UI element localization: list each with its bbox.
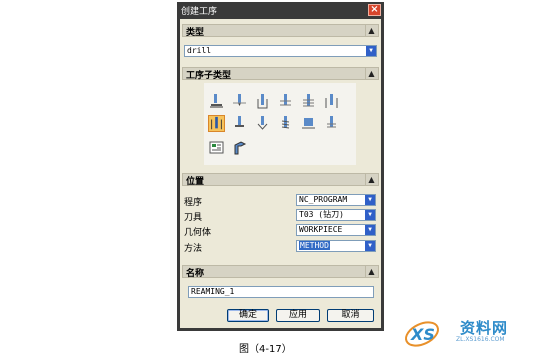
program-value: NC_PROGRAM (299, 195, 348, 204)
location-section-header[interactable]: 位置 ▲ (182, 173, 379, 187)
watermark-url: ZL.XS1616.COM (456, 336, 505, 343)
program-label: 程序 (184, 198, 203, 208)
subtype-section-header[interactable]: 工序子类型 ▲ (182, 67, 379, 81)
geometry-label: 几何体 (184, 228, 212, 238)
counterboring-icon[interactable] (231, 115, 248, 132)
collapse-icon[interactable]: ▲ (365, 68, 377, 79)
title-bar[interactable]: 创建工序 × (177, 2, 384, 18)
type-section-header[interactable]: 类型 ▲ (182, 24, 379, 38)
spot-drilling-icon[interactable] (231, 93, 248, 110)
program-dropdown[interactable]: NC_PROGRAM ▼ (296, 194, 376, 206)
collapse-icon[interactable]: ▲ (365, 174, 377, 185)
countersinking-icon[interactable] (254, 115, 271, 132)
geometry-value: WORKPIECE (299, 225, 343, 234)
tool-dropdown[interactable]: T03 (钻刀) ▼ (296, 209, 376, 221)
peck-drilling-icon[interactable] (277, 93, 294, 110)
method-label: 方法 (184, 244, 203, 254)
boring-icon[interactable] (323, 93, 340, 110)
chevron-down-icon[interactable]: ▼ (365, 241, 375, 251)
geometry-dropdown[interactable]: WORKPIECE ▼ (296, 224, 376, 236)
tool-value: T03 (钻刀) (299, 210, 344, 219)
cancel-button[interactable]: 取消 (327, 309, 374, 322)
mill-control-icon[interactable] (208, 139, 225, 156)
type-dropdown-value: drill (187, 46, 212, 55)
breakchip-drilling-icon[interactable] (300, 93, 317, 110)
chevron-down-icon[interactable]: ▼ (365, 195, 375, 205)
name-section-label: 名称 (186, 269, 205, 279)
hole-milling-icon[interactable] (300, 115, 317, 132)
operation-name-input[interactable]: REAMING_1 (188, 286, 374, 298)
location-section-label: 位置 (186, 177, 205, 187)
subtype-section-label: 工序子类型 (186, 71, 232, 81)
method-dropdown[interactable]: METHOD ▼ (296, 240, 376, 252)
chevron-down-icon[interactable]: ▼ (365, 225, 375, 235)
thread-milling-icon[interactable] (323, 115, 340, 132)
method-value: METHOD (299, 241, 330, 250)
create-operation-dialog: 创建工序 × 类型 ▲ drill ▼ 工序子类型 ▲ 位置 ▲ 程序 NC_P… (177, 2, 384, 331)
tapping-icon[interactable] (277, 115, 294, 132)
type-section-label: 类型 (186, 28, 205, 38)
close-icon[interactable]: × (368, 4, 381, 16)
collapse-icon[interactable]: ▲ (365, 266, 377, 277)
type-dropdown[interactable]: drill ▼ (184, 45, 377, 57)
reaming-icon[interactable] (208, 115, 225, 132)
dialog-title: 创建工序 (181, 7, 218, 17)
chevron-down-icon[interactable]: ▼ (366, 46, 376, 56)
name-section-header[interactable]: 名称 ▲ (182, 265, 379, 279)
svg-text:XS: XS (410, 325, 435, 344)
collapse-icon[interactable]: ▲ (365, 25, 377, 36)
tool-label: 刀具 (184, 213, 203, 223)
dialog-body: 类型 ▲ drill ▼ 工序子类型 ▲ 位置 ▲ 程序 NC_PROGRAM … (180, 19, 381, 328)
apply-button[interactable]: 应用 (276, 309, 320, 322)
figure-caption: 图（4-17） (239, 344, 292, 355)
watermark-text: 资料网 (460, 319, 509, 337)
drilling-icon[interactable] (254, 93, 271, 110)
spot-facing-icon[interactable] (208, 93, 225, 110)
operation-subtype-grid (204, 83, 356, 165)
chevron-down-icon[interactable]: ▼ (365, 210, 375, 220)
mill-user-icon[interactable] (231, 139, 248, 156)
ok-button[interactable]: 确定 (227, 309, 269, 322)
